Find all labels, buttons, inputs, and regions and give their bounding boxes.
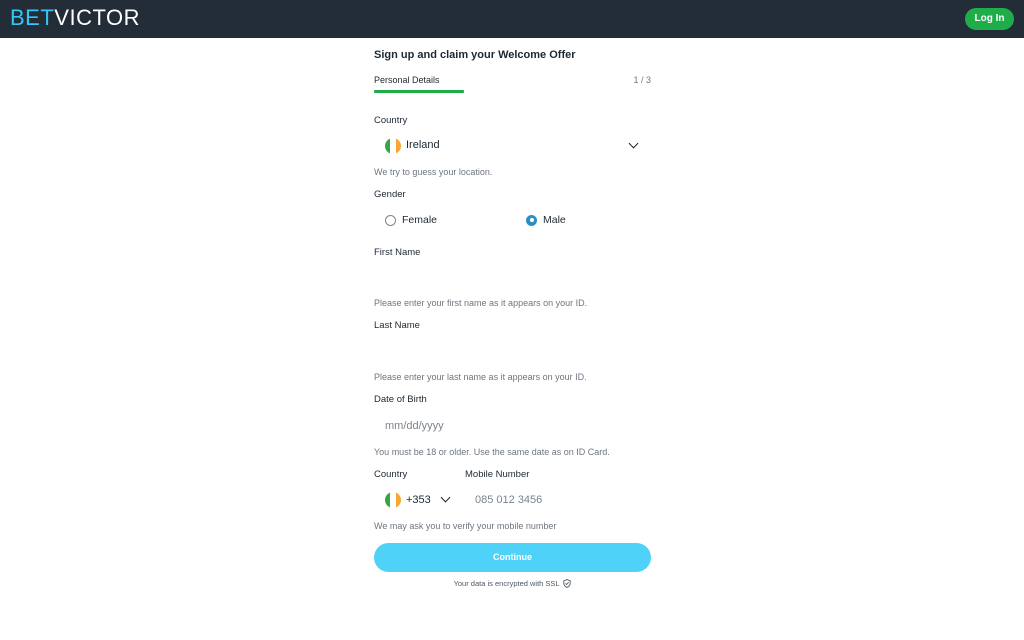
step-count: 1 / 3 [633,75,651,85]
gender-label: Gender [374,189,406,200]
chevron-down-icon [440,492,451,503]
country-hint: We try to guess your location. [374,167,493,177]
gender-male-option[interactable]: Male [526,210,566,230]
logo-bet-text: BET [10,5,55,30]
last-name-label: Last Name [374,320,420,331]
female-radio[interactable] [385,214,396,226]
female-radio-label: Female [402,214,438,226]
mobile-number-hint: We may ask you to verify your mobile num… [374,521,557,531]
phone-country-label: Country [374,469,408,480]
dob-hint: You must be 18 or older. Use the same da… [374,447,610,457]
betvictor-logo[interactable]: BETVICTOR [10,6,140,30]
country-select[interactable]: Ireland [374,132,651,160]
step-label: Personal Details [374,75,440,85]
male-radio[interactable] [526,214,537,226]
ssl-note: Your data is encrypted with SSL [374,579,651,588]
first-name-label: First Name [374,247,421,258]
ssl-note-text: Your data is encrypted with SSL [453,579,560,588]
phone-code-value: +353 [406,494,431,506]
last-name-hint: Please enter your last name as it appear… [374,372,587,382]
continue-button[interactable]: Continue [374,543,651,572]
country-label: Country [374,115,408,126]
dob-label: Date of Birth [374,394,427,405]
country-select-value: Ireland [406,139,440,151]
phone-country-code-select[interactable]: +353 [374,489,454,511]
form-title: Sign up and claim your Welcome Offer [374,49,576,61]
ireland-flag-icon [385,492,401,508]
dob-input[interactable] [374,412,651,440]
mobile-number-input[interactable] [465,489,651,511]
step-progress-bar [374,90,464,93]
male-radio-label: Male [543,214,566,226]
first-name-input[interactable] [374,262,651,290]
login-button[interactable]: Log In [965,8,1014,30]
logo-victor-text: VICTOR [54,5,141,30]
ireland-flag-icon [385,138,401,154]
chevron-down-icon [628,138,639,149]
shield-check-icon [563,579,572,588]
top-bar: BETVICTOR Log In [0,0,1024,38]
mobile-number-label: Mobile Number [465,469,530,480]
first-name-hint: Please enter your first name as it appea… [374,298,588,308]
gender-female-option[interactable]: Female [385,210,437,230]
last-name-input[interactable] [374,336,651,364]
